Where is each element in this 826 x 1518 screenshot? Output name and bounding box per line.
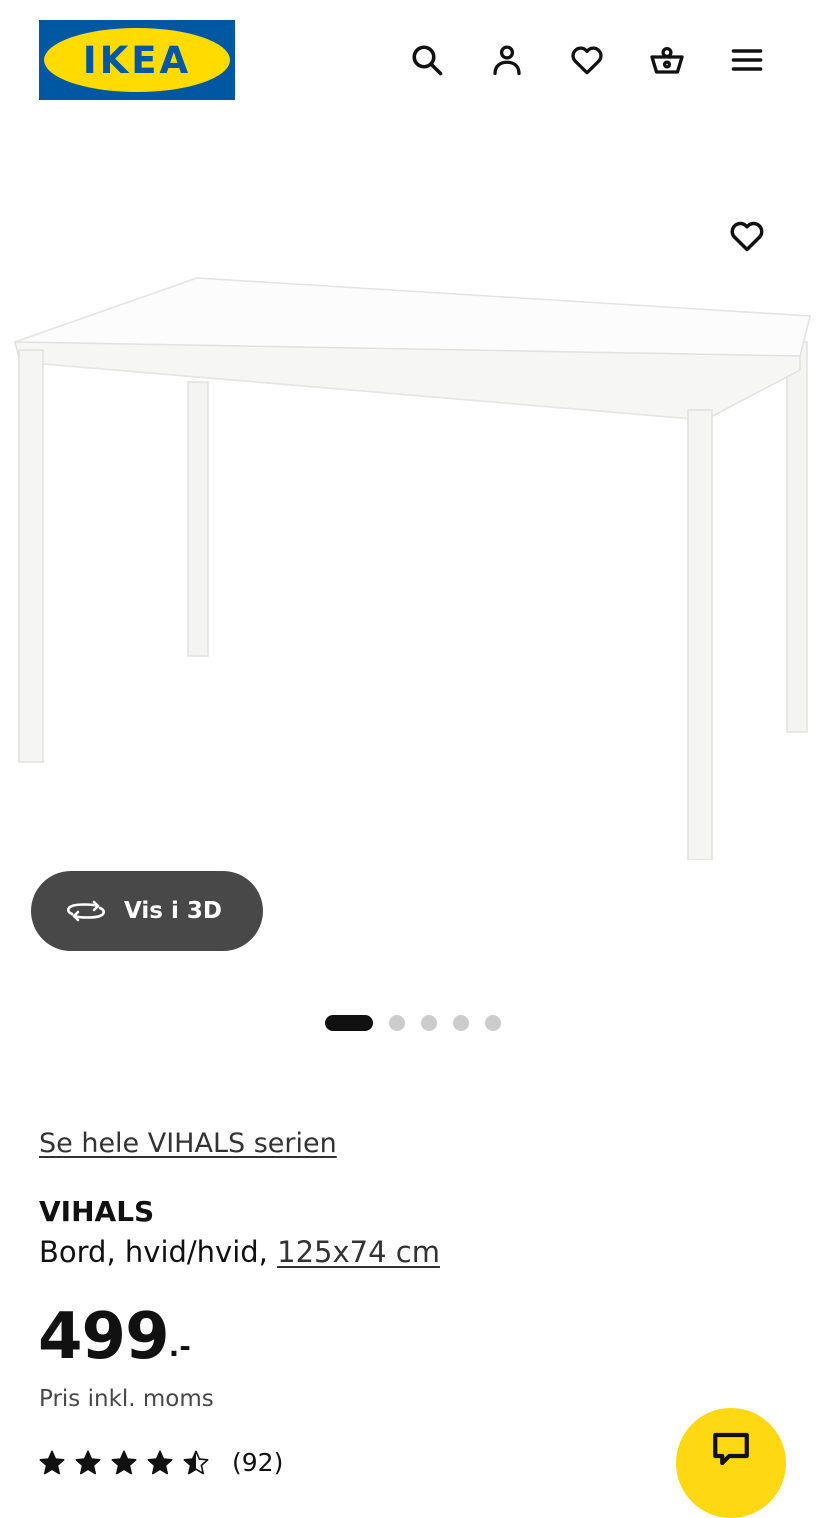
pagination-dot-2[interactable] [389, 1015, 405, 1031]
table-illustration [14, 277, 811, 861]
search-button[interactable] [403, 36, 451, 84]
price: 499 .- [38, 1300, 191, 1374]
pagination-dot-1[interactable] [325, 1015, 373, 1031]
account-icon [493, 45, 521, 76]
pagination-dot-5[interactable] [485, 1015, 501, 1031]
price-decimal: .- [168, 1330, 191, 1363]
view-in-3d-button[interactable]: Vis i 3D [31, 871, 263, 951]
rotate-3d-icon [64, 889, 108, 933]
pagination-dot-3[interactable] [421, 1015, 437, 1031]
series-link[interactable]: Se hele VIHALS serien [39, 1128, 337, 1159]
star-icon [147, 1450, 173, 1474]
rating[interactable]: (92) [38, 1448, 283, 1477]
search-icon [412, 45, 443, 76]
favourites-button[interactable] [563, 36, 611, 84]
review-count: (92) [232, 1448, 284, 1477]
star-icon [111, 1450, 137, 1474]
menu-icon [731, 49, 763, 71]
chat-icon [713, 1432, 749, 1466]
price-integer: 499 [38, 1300, 170, 1374]
product-name: VIHALS [39, 1195, 155, 1228]
star-icon [75, 1450, 101, 1474]
product-description-text: Bord, hvid/hvid, [39, 1235, 268, 1269]
cart-icon [650, 46, 684, 74]
chat-button[interactable] [676, 1408, 786, 1518]
rating-stars [38, 1449, 218, 1477]
menu-button[interactable] [723, 36, 771, 84]
star-icon [183, 1450, 209, 1474]
vat-note: Pris inkl. moms [39, 1386, 214, 1412]
cart-button[interactable] [643, 36, 691, 84]
logo-text: IKEA [82, 38, 192, 82]
ikea-logo[interactable]: IKEA [39, 20, 235, 100]
logo-oval: IKEA [44, 28, 230, 92]
account-button[interactable] [483, 36, 531, 84]
pagination-dot-4[interactable] [453, 1015, 469, 1031]
favourites-icon [571, 46, 603, 75]
save-to-favourites-button[interactable] [722, 211, 772, 261]
view-in-3d-label: Vis i 3D [124, 898, 222, 924]
size-link[interactable]: 125x74 cm [277, 1235, 440, 1269]
star-icon [39, 1450, 65, 1474]
product-image[interactable] [0, 120, 826, 861]
heart-icon [730, 221, 764, 252]
image-pagination [325, 1014, 501, 1032]
product-description: Bord, hvid/hvid, 125x74 cm [39, 1235, 440, 1269]
